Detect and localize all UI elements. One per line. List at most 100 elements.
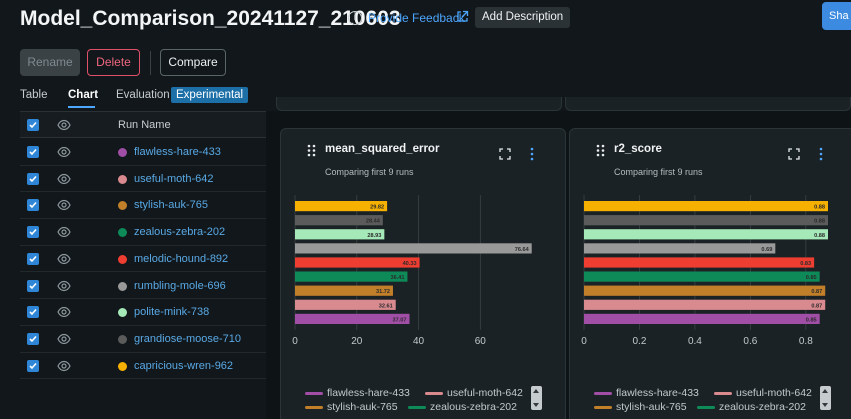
eye-icon[interactable] [57, 360, 71, 372]
run-name-link[interactable]: zealous-zebra-202 [134, 226, 225, 238]
table-row[interactable]: capricious-wren-962 [20, 353, 266, 380]
r2-bar-chart: 0 0.2 0.4 0.6 0.8 0.88 0.88 0.88 0.69 0.83 0.85 0.8… [581, 195, 828, 347]
table-row[interactable]: useful-moth-642 [20, 166, 266, 193]
info-icon[interactable]: i [348, 11, 362, 25]
run-color-dot [118, 308, 127, 318]
checkbox-checked-icon[interactable] [27, 226, 39, 239]
table-row[interactable]: polite-mink-738 [20, 299, 266, 326]
bar-data-label: 0.88 [814, 233, 825, 239]
run-name-link[interactable]: stylish-auk-765 [134, 199, 208, 211]
external-link-icon[interactable] [456, 10, 469, 23]
checkbox-checked-icon[interactable] [27, 252, 39, 265]
run-name-link[interactable]: useful-moth-642 [134, 173, 214, 185]
bar[interactable] [584, 215, 828, 226]
x-tick-label: 40 [413, 336, 425, 347]
table-row[interactable]: zealous-zebra-202 [20, 219, 266, 246]
checkbox-checked-icon[interactable] [27, 146, 39, 158]
bar[interactable] [584, 313, 820, 324]
bar-data-label: 36.41 [390, 275, 404, 281]
bar[interactable] [584, 201, 828, 212]
bar-data-label: 0.88 [814, 219, 825, 225]
eye-icon[interactable] [57, 333, 71, 345]
legend-swatch [305, 392, 323, 395]
bar[interactable] [584, 299, 826, 310]
provide-feedback-link[interactable]: Provide Feedback [368, 11, 465, 25]
x-tick-label: 0.8 [799, 336, 813, 347]
run-name-link[interactable]: polite-mink-738 [134, 306, 209, 318]
eye-icon[interactable] [57, 280, 71, 292]
table-row[interactable]: flawless-hare-433 [20, 139, 266, 166]
run-name-link[interactable]: flawless-hare-433 [134, 146, 221, 158]
run-name-column-header[interactable]: Run Name [118, 119, 171, 131]
tab-evaluation[interactable]: Evaluation [116, 89, 170, 101]
legend-swatch [697, 406, 715, 409]
add-description-button[interactable]: Add Description [475, 7, 571, 28]
checkbox-checked-icon[interactable] [27, 306, 39, 319]
checkbox-checked-icon[interactable] [27, 359, 39, 372]
legend-swatch [408, 406, 426, 409]
chart-card-stub [565, 97, 851, 111]
select-all-checkbox[interactable] [27, 119, 39, 131]
legend-swatch [594, 406, 612, 409]
eye-icon[interactable] [57, 173, 71, 185]
eye-icon[interactable] [57, 226, 71, 238]
checkbox-checked-icon[interactable] [27, 279, 39, 292]
chart-legend: flawless-hare-433 useful-moth-642 stylish-… [594, 387, 851, 419]
runs-table-header: Run Name [20, 112, 266, 138]
legend-label: flawless-hare-433 [616, 387, 699, 399]
bar[interactable] [584, 229, 828, 240]
bar-data-label: 37.07 [392, 317, 406, 323]
bar-data-label: 0.83 [800, 261, 811, 267]
rename-button[interactable]: Rename [20, 49, 80, 76]
legend-scrollbar[interactable] [531, 386, 542, 410]
legend-scrollbar[interactable] [820, 386, 831, 410]
eye-icon[interactable] [57, 253, 71, 265]
run-color-dot [118, 148, 127, 157]
bar-data-label: 0.87 [811, 303, 822, 309]
run-color-dot [118, 334, 127, 344]
share-button[interactable]: Sha [822, 2, 851, 30]
bar-data-label: 0.88 [814, 205, 825, 211]
bar[interactable] [584, 257, 815, 268]
table-row[interactable]: stylish-auk-765 [20, 192, 266, 220]
delete-button[interactable]: Delete [87, 49, 140, 76]
eye-icon[interactable] [57, 306, 71, 318]
chart-card-mse: mean_squared_error Comparing first 9 run… [280, 128, 566, 419]
bar[interactable] [295, 243, 532, 254]
bar[interactable] [584, 243, 776, 254]
bar-data-label: 31.72 [376, 289, 390, 295]
eye-icon[interactable] [57, 119, 71, 131]
bar-data-label: 32.61 [379, 303, 393, 309]
bar-data-label: 40.33 [403, 261, 417, 267]
eye-icon[interactable] [57, 146, 71, 158]
run-name-link[interactable]: melodic-hound-892 [134, 253, 228, 265]
run-color-dot [118, 174, 127, 184]
table-row[interactable]: rumbling-mole-696 [20, 273, 266, 300]
legend-label: useful-moth-642 [447, 387, 523, 399]
x-tick-label: 0 [292, 336, 298, 347]
bar[interactable] [295, 257, 420, 268]
legend-label: flawless-hare-433 [327, 387, 410, 399]
table-row[interactable]: grandiose-moose-710 [20, 326, 266, 353]
run-color-dot [118, 254, 127, 264]
eye-icon[interactable] [57, 199, 71, 211]
table-row[interactable]: melodic-hound-892 [20, 246, 266, 273]
legend-label: stylish-auk-765 [616, 401, 687, 413]
runs-table: Run Name flawless-hare-433 useful-moth-64… [20, 111, 266, 381]
bar[interactable] [584, 271, 820, 282]
checkbox-checked-icon[interactable] [27, 199, 39, 212]
compare-button[interactable]: Compare [160, 49, 226, 76]
bar-data-label: 28.93 [367, 233, 381, 239]
mse-bar-chart: 0 20 40 60 29.82 28.44 28.93 76.64 40.33 36.41 31.… [292, 195, 532, 347]
bar-data-label: 0.87 [811, 289, 822, 295]
legend-label: useful-moth-642 [736, 387, 812, 399]
bar[interactable] [584, 285, 826, 296]
run-name-link[interactable]: rumbling-mole-696 [134, 280, 226, 292]
tab-table[interactable]: Table [20, 89, 48, 101]
x-tick-label: 0.2 [633, 336, 647, 347]
checkbox-checked-icon[interactable] [27, 332, 39, 345]
checkbox-checked-icon[interactable] [27, 172, 39, 185]
run-name-link[interactable]: capricious-wren-962 [134, 360, 233, 372]
tab-chart[interactable]: Chart [68, 89, 98, 101]
run-name-link[interactable]: grandiose-moose-710 [134, 333, 241, 345]
